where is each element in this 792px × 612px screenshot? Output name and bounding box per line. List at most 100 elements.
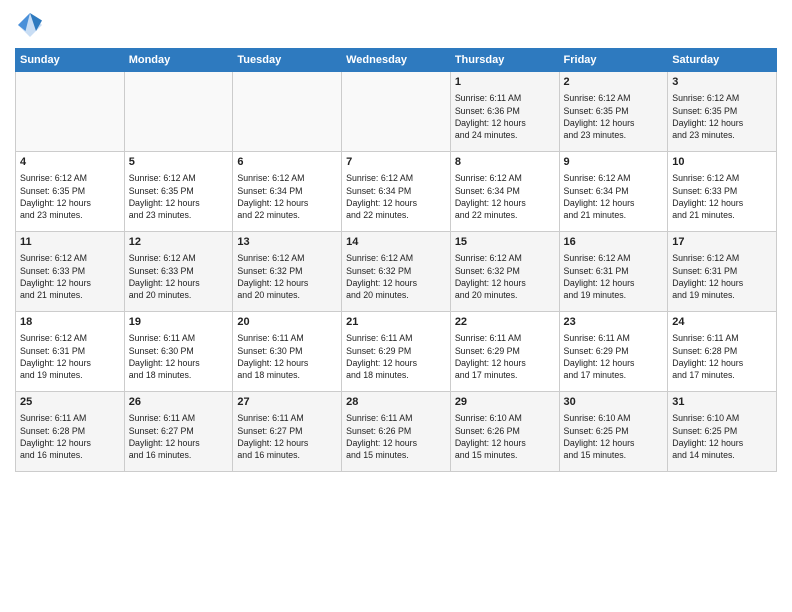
day-info: Sunrise: 6:11 AMSunset: 6:26 PMDaylight:… — [346, 412, 446, 461]
day-number: 28 — [346, 395, 446, 410]
day-info: Sunrise: 6:11 AMSunset: 6:27 PMDaylight:… — [129, 412, 229, 461]
day-info: Sunrise: 6:11 AMSunset: 6:28 PMDaylight:… — [20, 412, 120, 461]
calendar-cell: 15 Sunrise: 6:12 AMSunset: 6:32 PMDayligh… — [450, 232, 559, 312]
logo-icon — [15, 10, 45, 40]
day-number: 13 — [237, 235, 337, 250]
day-info: Sunrise: 6:11 AMSunset: 6:27 PMDaylight:… — [237, 412, 337, 461]
day-info: Sunrise: 6:12 AMSunset: 6:33 PMDaylight:… — [20, 252, 120, 301]
calendar-cell: 3 Sunrise: 6:12 AMSunset: 6:35 PMDaylight… — [668, 72, 777, 152]
day-info: Sunrise: 6:12 AMSunset: 6:31 PMDaylight:… — [20, 332, 120, 381]
day-of-week-sunday: Sunday — [16, 49, 125, 72]
day-number: 19 — [129, 315, 229, 330]
day-of-week-thursday: Thursday — [450, 49, 559, 72]
day-info: Sunrise: 6:12 AMSunset: 6:32 PMDaylight:… — [346, 252, 446, 301]
day-of-week-friday: Friday — [559, 49, 668, 72]
day-info: Sunrise: 6:12 AMSunset: 6:32 PMDaylight:… — [455, 252, 555, 301]
calendar-cell: 28 Sunrise: 6:11 AMSunset: 6:26 PMDayligh… — [342, 392, 451, 472]
day-info: Sunrise: 6:10 AMSunset: 6:25 PMDaylight:… — [564, 412, 664, 461]
day-info: Sunrise: 6:11 AMSunset: 6:30 PMDaylight:… — [237, 332, 337, 381]
day-info: Sunrise: 6:11 AMSunset: 6:29 PMDaylight:… — [455, 332, 555, 381]
day-info: Sunrise: 6:12 AMSunset: 6:34 PMDaylight:… — [346, 172, 446, 221]
day-info: Sunrise: 6:12 AMSunset: 6:35 PMDaylight:… — [20, 172, 120, 221]
day-number: 15 — [455, 235, 555, 250]
day-info: Sunrise: 6:10 AMSunset: 6:25 PMDaylight:… — [672, 412, 772, 461]
calendar-table: SundayMondayTuesdayWednesdayThursdayFrid… — [15, 48, 777, 472]
day-info: Sunrise: 6:11 AMSunset: 6:30 PMDaylight:… — [129, 332, 229, 381]
day-info: Sunrise: 6:11 AMSunset: 6:28 PMDaylight:… — [672, 332, 772, 381]
header — [15, 10, 777, 40]
day-number: 31 — [672, 395, 772, 410]
calendar-cell: 4 Sunrise: 6:12 AMSunset: 6:35 PMDaylight… — [16, 152, 125, 232]
day-number: 29 — [455, 395, 555, 410]
day-number: 26 — [129, 395, 229, 410]
calendar-cell — [16, 72, 125, 152]
day-number: 12 — [129, 235, 229, 250]
day-info: Sunrise: 6:11 AMSunset: 6:29 PMDaylight:… — [346, 332, 446, 381]
calendar-cell: 20 Sunrise: 6:11 AMSunset: 6:30 PMDayligh… — [233, 312, 342, 392]
calendar-cell: 23 Sunrise: 6:11 AMSunset: 6:29 PMDayligh… — [559, 312, 668, 392]
calendar-cell: 25 Sunrise: 6:11 AMSunset: 6:28 PMDayligh… — [16, 392, 125, 472]
day-number: 6 — [237, 155, 337, 170]
calendar-cell — [233, 72, 342, 152]
calendar-cell: 2Sunrise: 6:12 AMSunset: 6:35 PMDaylight… — [559, 72, 668, 152]
day-info: Sunrise: 6:12 AMSunset: 6:34 PMDaylight:… — [237, 172, 337, 221]
day-of-week-saturday: Saturday — [668, 49, 777, 72]
day-number: 22 — [455, 315, 555, 330]
days-of-week-row: SundayMondayTuesdayWednesdayThursdayFrid… — [16, 49, 777, 72]
calendar-cell: 29Sunrise: 6:10 AMSunset: 6:26 PMDayligh… — [450, 392, 559, 472]
day-number: 9 — [564, 155, 664, 170]
day-of-week-wednesday: Wednesday — [342, 49, 451, 72]
day-info: Sunrise: 6:12 AMSunset: 6:34 PMDaylight:… — [455, 172, 555, 221]
day-info: Sunrise: 6:12 AMSunset: 6:35 PMDaylight:… — [672, 92, 772, 141]
logo — [15, 10, 49, 40]
day-info: Sunrise: 6:11 AMSunset: 6:29 PMDaylight:… — [564, 332, 664, 381]
day-number: 24 — [672, 315, 772, 330]
day-info: Sunrise: 6:12 AMSunset: 6:35 PMDaylight:… — [129, 172, 229, 221]
calendar-cell: 19 Sunrise: 6:11 AMSunset: 6:30 PMDayligh… — [124, 312, 233, 392]
calendar-cell: 16Sunrise: 6:12 AMSunset: 6:31 PMDayligh… — [559, 232, 668, 312]
calendar-body: 1Sunrise: 6:11 AMSunset: 6:36 PMDaylight… — [16, 72, 777, 472]
week-row-1: 1Sunrise: 6:11 AMSunset: 6:36 PMDaylight… — [16, 72, 777, 152]
day-info: Sunrise: 6:12 AMSunset: 6:32 PMDaylight:… — [237, 252, 337, 301]
day-info: Sunrise: 6:12 AMSunset: 6:34 PMDaylight:… — [564, 172, 664, 221]
day-info: Sunrise: 6:12 AMSunset: 6:35 PMDaylight:… — [564, 92, 664, 141]
day-number: 3 — [672, 75, 772, 90]
day-number: 4 — [20, 155, 120, 170]
day-number: 7 — [346, 155, 446, 170]
calendar-cell: 26 Sunrise: 6:11 AMSunset: 6:27 PMDayligh… — [124, 392, 233, 472]
day-number: 30 — [564, 395, 664, 410]
calendar-cell: 13 Sunrise: 6:12 AMSunset: 6:32 PMDayligh… — [233, 232, 342, 312]
day-info: Sunrise: 6:12 AMSunset: 6:31 PMDaylight:… — [672, 252, 772, 301]
day-number: 11 — [20, 235, 120, 250]
day-number: 23 — [564, 315, 664, 330]
calendar-cell — [342, 72, 451, 152]
day-number: 5 — [129, 155, 229, 170]
page: SundayMondayTuesdayWednesdayThursdayFrid… — [0, 0, 792, 612]
calendar-cell: 6 Sunrise: 6:12 AMSunset: 6:34 PMDaylight… — [233, 152, 342, 232]
calendar-cell: 9 Sunrise: 6:12 AMSunset: 6:34 PMDaylight… — [559, 152, 668, 232]
day-number: 25 — [20, 395, 120, 410]
day-of-week-tuesday: Tuesday — [233, 49, 342, 72]
day-number: 20 — [237, 315, 337, 330]
calendar-cell: 5 Sunrise: 6:12 AMSunset: 6:35 PMDaylight… — [124, 152, 233, 232]
day-number: 10 — [672, 155, 772, 170]
calendar-cell: 11 Sunrise: 6:12 AMSunset: 6:33 PMDayligh… — [16, 232, 125, 312]
calendar-header: SundayMondayTuesdayWednesdayThursdayFrid… — [16, 49, 777, 72]
calendar-cell: 8 Sunrise: 6:12 AMSunset: 6:34 PMDaylight… — [450, 152, 559, 232]
day-number: 17 — [672, 235, 772, 250]
week-row-5: 25 Sunrise: 6:11 AMSunset: 6:28 PMDayligh… — [16, 392, 777, 472]
day-number: 27 — [237, 395, 337, 410]
calendar-cell: 10Sunrise: 6:12 AMSunset: 6:33 PMDayligh… — [668, 152, 777, 232]
calendar-cell: 1Sunrise: 6:11 AMSunset: 6:36 PMDaylight… — [450, 72, 559, 152]
day-number: 8 — [455, 155, 555, 170]
day-of-week-monday: Monday — [124, 49, 233, 72]
calendar-cell: 24 Sunrise: 6:11 AMSunset: 6:28 PMDayligh… — [668, 312, 777, 392]
week-row-4: 18 Sunrise: 6:12 AMSunset: 6:31 PMDayligh… — [16, 312, 777, 392]
calendar-cell: 18 Sunrise: 6:12 AMSunset: 6:31 PMDayligh… — [16, 312, 125, 392]
day-number: 18 — [20, 315, 120, 330]
calendar-cell: 22 Sunrise: 6:11 AMSunset: 6:29 PMDayligh… — [450, 312, 559, 392]
calendar-cell: 27 Sunrise: 6:11 AMSunset: 6:27 PMDayligh… — [233, 392, 342, 472]
calendar-cell: 7 Sunrise: 6:12 AMSunset: 6:34 PMDaylight… — [342, 152, 451, 232]
calendar-cell: 30 Sunrise: 6:10 AMSunset: 6:25 PMDayligh… — [559, 392, 668, 472]
day-info: Sunrise: 6:12 AMSunset: 6:31 PMDaylight:… — [564, 252, 664, 301]
